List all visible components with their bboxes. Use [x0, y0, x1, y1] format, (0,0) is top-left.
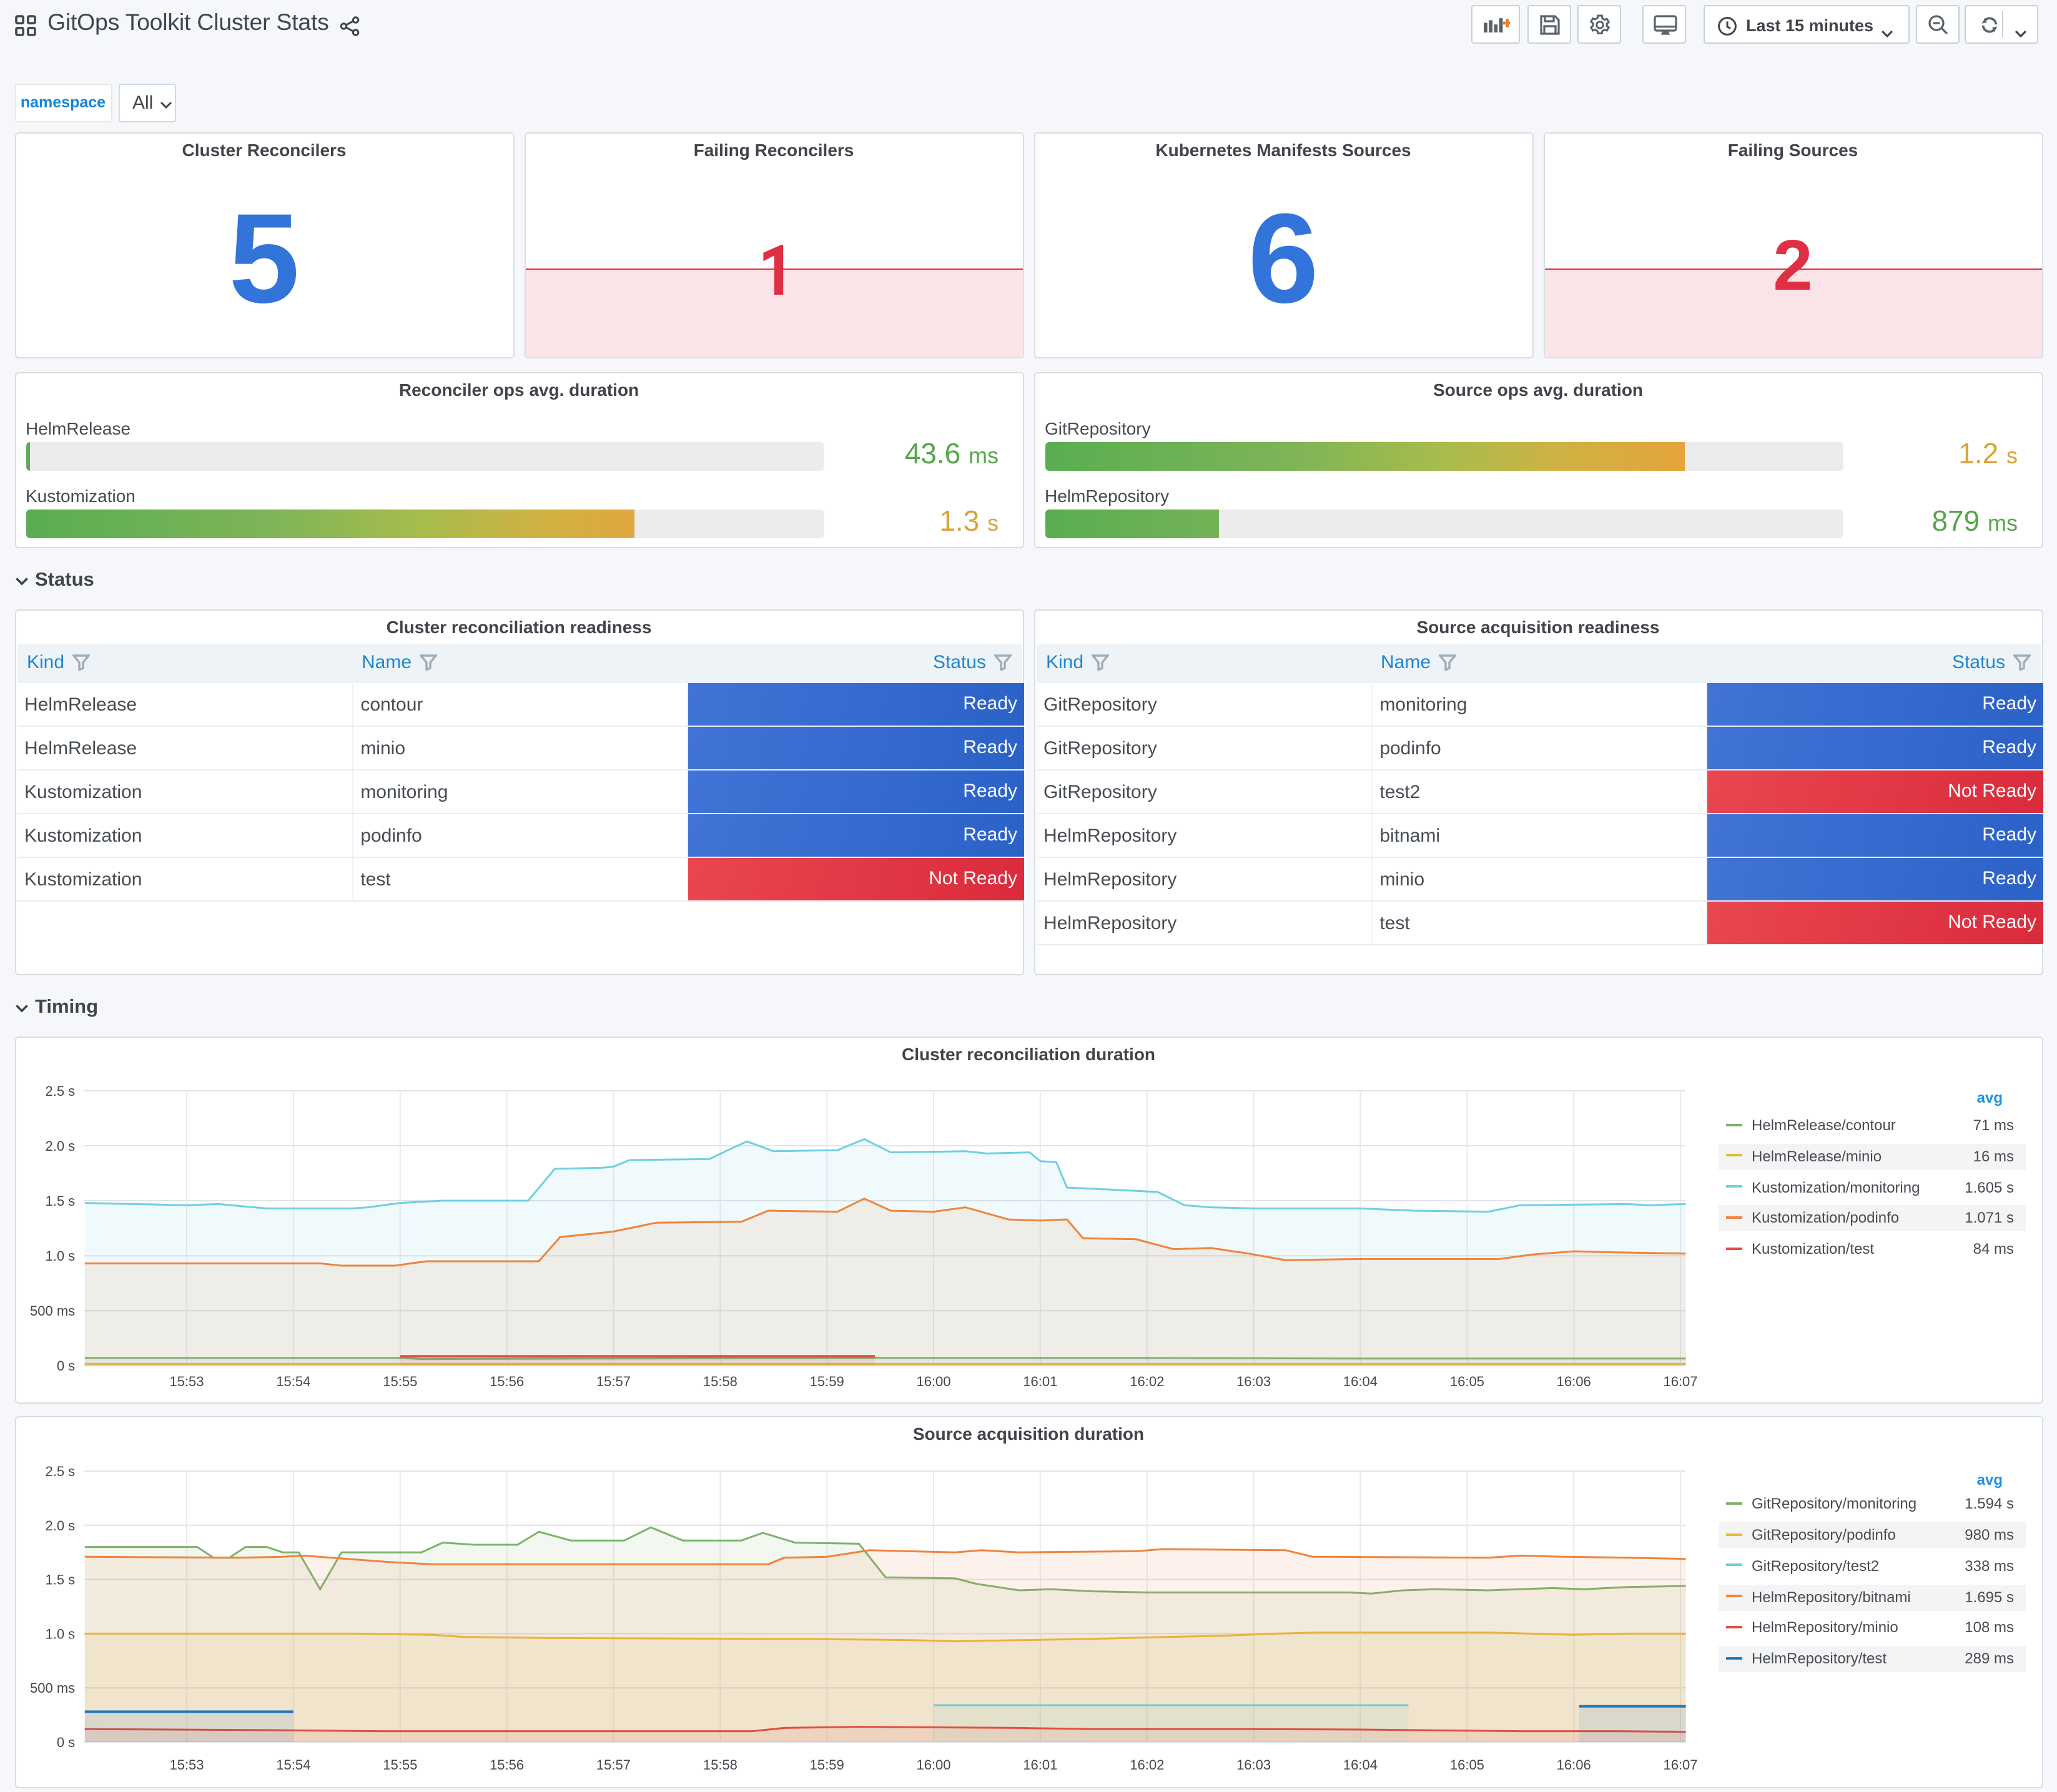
svg-text:16:05: 16:05 [1449, 1757, 1484, 1773]
svg-text:15:53: 15:53 [169, 1374, 203, 1389]
svg-text:0 s: 0 s [56, 1735, 74, 1750]
svg-text:16:07: 16:07 [1662, 1374, 1697, 1389]
svg-text:15:59: 15:59 [809, 1757, 844, 1773]
svg-text:15:55: 15:55 [382, 1757, 417, 1773]
svg-text:2.0 s: 2.0 s [44, 1138, 74, 1154]
svg-text:1.5 s: 1.5 s [44, 1193, 74, 1209]
svg-text:16:03: 16:03 [1236, 1757, 1270, 1773]
svg-text:15:55: 15:55 [382, 1374, 417, 1389]
svg-text:15:54: 15:54 [275, 1757, 310, 1773]
svg-text:500 ms: 500 ms [29, 1303, 74, 1319]
svg-text:15:56: 15:56 [489, 1757, 523, 1773]
svg-text:0 s: 0 s [56, 1358, 74, 1374]
svg-text:16:06: 16:06 [1556, 1374, 1591, 1389]
svg-text:1.5 s: 1.5 s [44, 1572, 74, 1588]
svg-text:15:56: 15:56 [489, 1374, 523, 1389]
svg-text:16:04: 16:04 [1343, 1374, 1377, 1389]
svg-text:16:01: 16:01 [1022, 1374, 1057, 1389]
svg-text:16:02: 16:02 [1129, 1374, 1163, 1389]
svg-text:16:03: 16:03 [1236, 1374, 1270, 1389]
svg-text:15:54: 15:54 [275, 1374, 310, 1389]
svg-text:16:04: 16:04 [1343, 1757, 1377, 1773]
svg-text:15:59: 15:59 [809, 1374, 844, 1389]
svg-text:16:07: 16:07 [1662, 1757, 1697, 1773]
svg-text:16:01: 16:01 [1022, 1757, 1057, 1773]
svg-text:16:00: 16:00 [915, 1757, 950, 1773]
svg-text:2.5 s: 2.5 s [44, 1464, 74, 1479]
svg-text:15:57: 15:57 [596, 1374, 630, 1389]
svg-text:2.5 s: 2.5 s [44, 1083, 74, 1099]
svg-text:16:02: 16:02 [1129, 1757, 1163, 1773]
svg-text:16:06: 16:06 [1556, 1757, 1591, 1773]
svg-text:15:58: 15:58 [703, 1757, 737, 1773]
svg-text:1.0 s: 1.0 s [44, 1248, 74, 1264]
svg-text:2.0 s: 2.0 s [44, 1518, 74, 1534]
svg-text:15:53: 15:53 [169, 1757, 203, 1773]
svg-text:16:05: 16:05 [1449, 1374, 1484, 1389]
svg-text:16:00: 16:00 [915, 1374, 950, 1389]
svg-text:15:57: 15:57 [596, 1757, 630, 1773]
svg-text:500 ms: 500 ms [29, 1680, 74, 1696]
svg-text:1.0 s: 1.0 s [44, 1626, 74, 1642]
svg-text:15:58: 15:58 [703, 1374, 737, 1389]
